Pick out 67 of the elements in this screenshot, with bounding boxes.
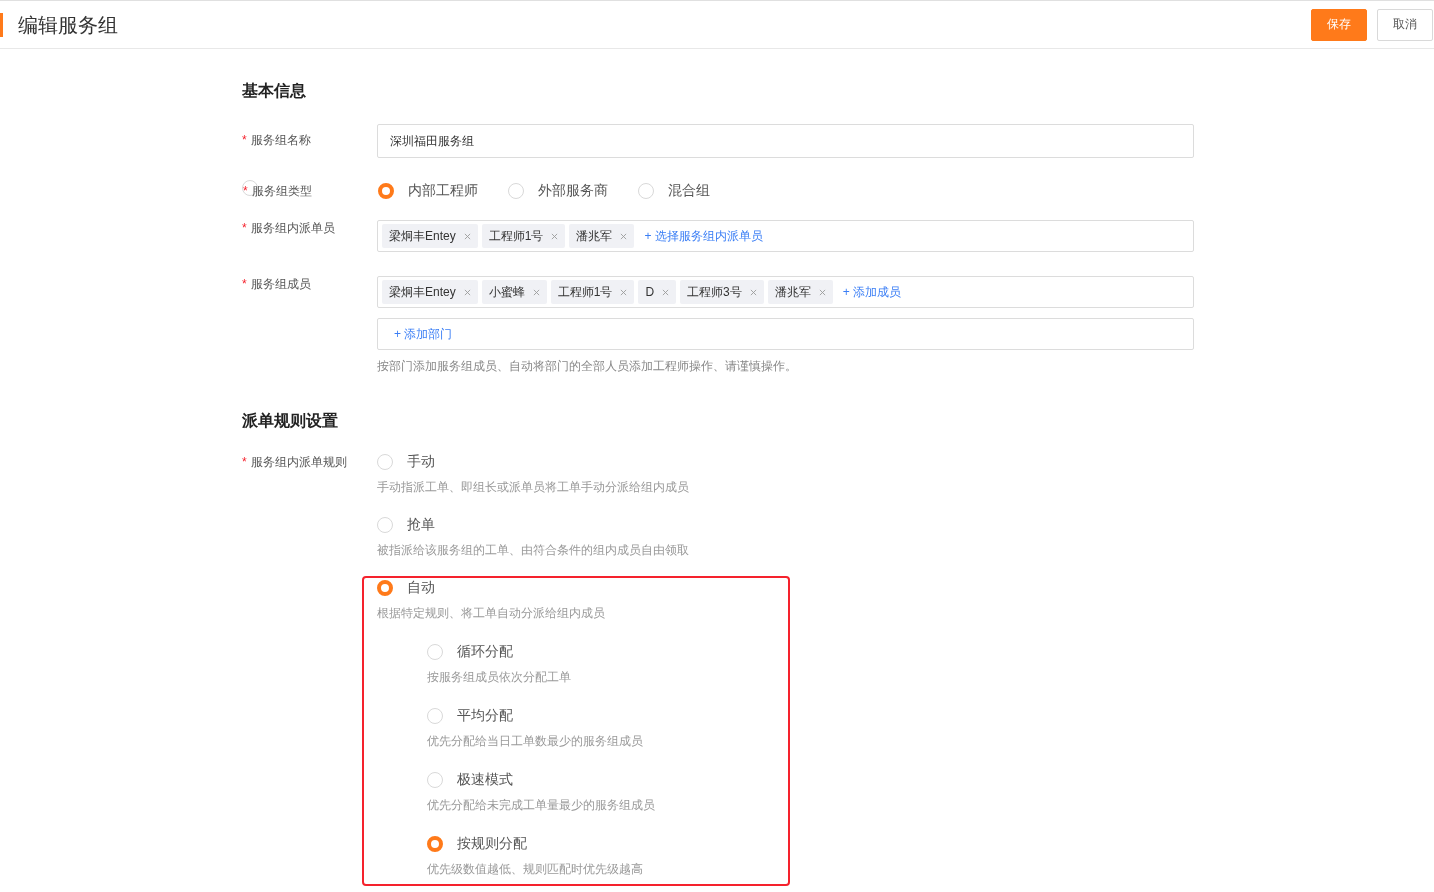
text-input[interactable]: 深圳福田服务组 [377, 124, 1194, 158]
tag-field[interactable]: 梁炯丰Entey 小蜜蜂 工程师1号 D 工程师3号 潘兆军 + 添加成员 [377, 276, 1194, 308]
required-mark: * [243, 183, 248, 200]
field-label: 服务组内派单员 [250, 220, 335, 237]
section-title: 派单规则设置 [242, 411, 339, 431]
radio-label[interactable]: 循环分配 [457, 643, 513, 661]
tag-label: 潘兆军 [576, 227, 613, 245]
add-link[interactable]: + 选择服务组内派单员 [644, 227, 763, 245]
option-description: 手动指派工单、即组长或派单员将工单手动分派给组内成员 [377, 479, 690, 496]
tag-label: 工程师1号 [488, 227, 544, 245]
radio-label[interactable]: 极速模式 [457, 771, 513, 789]
field-label: 服务组类型 [251, 183, 312, 200]
radio-button[interactable] [638, 183, 654, 199]
radio-button[interactable] [508, 183, 524, 199]
required-mark: * [242, 454, 247, 471]
close-icon[interactable] [620, 288, 628, 296]
tag-label: 梁炯丰Entey [389, 283, 456, 301]
radio-button[interactable] [377, 580, 393, 596]
option-description: 被指派给该服务组的工单、由符合条件的组内成员自由领取 [377, 542, 690, 559]
required-mark: * [242, 220, 247, 237]
radio-button[interactable] [378, 183, 394, 199]
close-icon[interactable] [749, 288, 757, 296]
field-hint: 按部门添加服务组成员、自动将部门的全部人员添加工程师操作、请谨慎操作。 [377, 358, 798, 375]
radio-button[interactable] [427, 708, 443, 724]
department-field[interactable]: + 添加部门 [377, 318, 1194, 350]
option-description: 优先分配给未完成工单量最少的服务组成员 [427, 797, 656, 814]
tag-label: 工程师3号 [687, 283, 742, 301]
add-link[interactable]: + 添加成员 [842, 283, 902, 301]
required-mark: * [242, 132, 247, 149]
section-title: 基本信息 [242, 81, 307, 101]
close-icon[interactable] [662, 288, 670, 296]
close-icon[interactable] [818, 288, 826, 296]
tag-field[interactable]: 梁炯丰Entey 工程师1号 潘兆军 + 选择服务组内派单员 [377, 220, 1194, 252]
cancel-button[interactable]: 取消 [1377, 8, 1433, 41]
option-description: 优先分配给当日工单数最少的服务组成员 [427, 733, 644, 750]
close-icon[interactable] [620, 232, 628, 240]
option-description: 按服务组成员依次分配工单 [427, 669, 572, 686]
radio-label[interactable]: 手动 [407, 453, 435, 471]
option-description: 优先级数值越低、规则匹配时优先级越高 [427, 861, 644, 878]
radio-button[interactable] [427, 644, 443, 660]
tag-label: 潘兆军 [774, 283, 811, 301]
radio-label[interactable]: 内部工程师 [408, 182, 478, 200]
tag-label: D [645, 285, 655, 299]
radio-label[interactable]: 按规则分配 [457, 835, 527, 853]
close-icon[interactable] [463, 232, 471, 240]
add-link[interactable]: + 添加部门 [394, 325, 453, 343]
required-mark: * [242, 276, 247, 293]
tag-label: 工程师1号 [557, 283, 613, 301]
radio-button[interactable] [427, 836, 443, 852]
field-label: 服务组名称 [250, 132, 311, 149]
radio-label[interactable]: 混合组 [668, 182, 710, 200]
radio-label[interactable]: 外部服务商 [538, 182, 608, 200]
page-title: 编辑服务组 [0, 12, 118, 37]
field-label: 服务组内派单规则 [250, 454, 347, 471]
close-icon[interactable] [551, 232, 559, 240]
radio-label[interactable]: 平均分配 [457, 707, 513, 725]
option-description: 根据特定规则、将工单自动分派给组内成员 [377, 605, 606, 622]
close-icon[interactable] [463, 288, 471, 296]
tag-label: 梁炯丰Entey [389, 227, 456, 245]
radio-label[interactable]: 自动 [407, 579, 435, 597]
field-label: 服务组成员 [250, 276, 311, 293]
radio-label[interactable]: 抢单 [407, 516, 435, 534]
radio-button[interactable] [427, 772, 443, 788]
tag-label: 小蜜蜂 [488, 283, 525, 301]
radio-button[interactable] [377, 517, 393, 533]
radio-button[interactable] [377, 454, 393, 470]
close-icon[interactable] [532, 288, 540, 296]
